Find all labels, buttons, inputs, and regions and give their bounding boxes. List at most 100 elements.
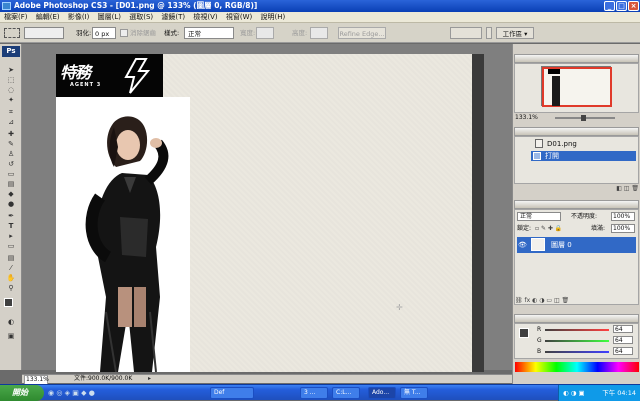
menu-view[interactable]: 檢視(V) [193, 13, 217, 21]
blue-value[interactable]: 64 [613, 347, 633, 355]
marquee-tool-icon[interactable]: ⬚ [4, 76, 18, 85]
clone-stamp-icon[interactable]: ♙ [4, 150, 18, 159]
thumbnail-logo [548, 69, 560, 74]
menu-select[interactable]: 選取(S) [129, 13, 153, 21]
crop-tool-icon[interactable]: ⌗ [4, 108, 18, 117]
agent-logo: 特務 AGENT 3 [56, 54, 163, 97]
taskbar-item-1[interactable]: Def [210, 387, 254, 399]
layers-toolbar[interactable]: ⛓ fx ◐ ◑ ▭ ◫ 🗑 [515, 297, 639, 305]
feather-input[interactable]: 0 px [92, 27, 116, 39]
screen-mode-icon[interactable]: ▣ [4, 332, 18, 341]
document-canvas[interactable]: 特務 AGENT 3 ✛ [56, 54, 472, 372]
ps-logo-icon[interactable]: Ps [2, 46, 20, 57]
system-clock[interactable]: 下午 04:14 [602, 389, 636, 397]
color-foreground-swatch[interactable] [519, 328, 529, 338]
navigator-panel-tabs[interactable] [514, 54, 639, 63]
opacity-input[interactable]: 100% [611, 212, 635, 221]
green-label: G [537, 337, 542, 344]
quick-launch-icons[interactable]: ◉ ◎ ◈ ▣ ◆ ● [48, 388, 108, 398]
slice-tool-icon[interactable]: ⊿ [4, 118, 18, 127]
refine-edge-button[interactable]: Refine Edge... [338, 27, 386, 39]
history-snapshot[interactable]: D01.png [517, 139, 636, 149]
eyedropper-tool-icon[interactable]: ⁄ [4, 264, 18, 273]
foreground-color-swatch[interactable] [4, 298, 13, 307]
width-input[interactable] [256, 27, 274, 39]
healing-brush-icon[interactable]: ✚ [4, 130, 18, 139]
hand-tool-icon[interactable]: ✋ [4, 274, 18, 283]
gradient-tool-icon[interactable]: ▤ [4, 180, 18, 189]
blur-tool-icon[interactable]: ◆ [4, 190, 18, 199]
color-panel: R 64 G 64 B 64 [514, 323, 639, 359]
blend-mode-select[interactable]: 正常 [517, 212, 561, 221]
history-toolbar[interactable]: ◧ ◫ 🗑 [515, 185, 639, 193]
panel-well[interactable] [450, 27, 482, 39]
minimize-button[interactable]: _ [604, 1, 615, 11]
magic-wand-tool-icon[interactable]: ✦ [4, 96, 18, 105]
close-button[interactable]: × [628, 1, 639, 11]
history-state-open[interactable]: 打開 [531, 151, 636, 161]
type-tool-icon[interactable]: T [4, 222, 18, 231]
color-spectrum-ramp[interactable] [515, 362, 639, 372]
shape-tool-icon[interactable]: ▭ [4, 242, 18, 251]
menu-window[interactable]: 視窗(W) [226, 13, 252, 21]
red-value[interactable]: 64 [613, 325, 633, 333]
layer-thumbnail [531, 238, 545, 251]
layer-row[interactable]: 👁 圖層 0 [517, 237, 636, 253]
path-selection-icon[interactable]: ▸ [4, 232, 18, 241]
lock-label: 鎖定: [517, 225, 532, 232]
green-value[interactable]: 64 [613, 336, 633, 344]
quick-mask-icon[interactable]: ◐ [4, 318, 18, 327]
menu-file[interactable]: 檔案(F) [4, 13, 28, 21]
lasso-tool-icon[interactable]: ◌ [4, 86, 18, 95]
red-slider[interactable] [545, 329, 609, 331]
lock-icons[interactable]: ▫ ✎ ✚ 🔒 [535, 224, 562, 233]
layer-visibility-eye-icon[interactable]: 👁 [518, 237, 527, 253]
history-state-icon [533, 152, 541, 160]
selection-mode-buttons[interactable] [24, 27, 64, 39]
workspace-button[interactable]: 工作區 ▾ [496, 27, 534, 39]
photoshop-app-icon [2, 2, 11, 10]
maximize-button[interactable]: □ [616, 1, 627, 11]
menu-edit[interactable]: 編輯(E) [36, 13, 60, 21]
green-slider[interactable] [545, 340, 609, 342]
history-panel-tabs[interactable] [514, 127, 639, 136]
brush-tool-icon[interactable]: ✎ [4, 140, 18, 149]
blue-slider[interactable] [545, 351, 609, 353]
pen-tool-icon[interactable]: ✒ [4, 212, 18, 221]
logo-subtitle: AGENT 3 [70, 82, 102, 88]
menu-layer[interactable]: 圖層(L) [98, 13, 121, 21]
marquee-preset-icon[interactable] [4, 28, 20, 38]
title-bar: Adobe Photoshop CS3 - [D01.png @ 133% (圖… [0, 0, 640, 12]
feather-label: 羽化: [76, 29, 92, 37]
menu-image[interactable]: 影像(I) [68, 13, 90, 21]
layer-name: 圖層 0 [551, 241, 572, 249]
fill-input[interactable]: 100% [611, 224, 635, 233]
navigator-zoom-value[interactable]: 133.1% [515, 114, 538, 121]
navigator-thumbnail[interactable] [541, 66, 612, 107]
tray-icons[interactable]: ◐ ◑ ▣ [563, 385, 585, 401]
taskbar-item-3[interactable]: C:L... [332, 387, 360, 399]
canvas-area[interactable]: 特務 AGENT 3 ✛ [22, 44, 512, 372]
color-panel-tabs[interactable] [514, 314, 639, 323]
status-menu-arrow-icon[interactable]: ▸ [148, 375, 151, 383]
eraser-tool-icon[interactable]: ▭ [4, 170, 18, 179]
menu-filter[interactable]: 濾鏡(T) [161, 13, 185, 21]
taskbar-item-2[interactable]: 3 ... [300, 387, 328, 399]
start-button[interactable]: 開始 [0, 385, 44, 401]
navigator-zoom-thumb[interactable] [581, 115, 586, 121]
layers-panel-tabs[interactable] [514, 200, 639, 209]
style-select[interactable]: 正常 [184, 27, 234, 39]
taskbar-item-photoshop[interactable]: Ado... [368, 387, 396, 399]
bridge-icon[interactable] [486, 27, 492, 39]
notes-tool-icon[interactable]: ▤ [4, 254, 18, 263]
photo-image [56, 97, 190, 372]
dodge-tool-icon[interactable]: ● [4, 200, 18, 209]
height-input[interactable] [310, 27, 328, 39]
thumbnail-figure [552, 76, 560, 106]
menu-help[interactable]: 說明(H) [260, 13, 285, 21]
taskbar-item-5[interactable]: 無 T... [400, 387, 428, 399]
history-brush-icon[interactable]: ↺ [4, 160, 18, 169]
move-tool-icon[interactable]: ➤ [4, 66, 18, 75]
zoom-tool-icon[interactable]: ⚲ [4, 284, 18, 293]
antialias-checkbox[interactable] [120, 29, 128, 37]
